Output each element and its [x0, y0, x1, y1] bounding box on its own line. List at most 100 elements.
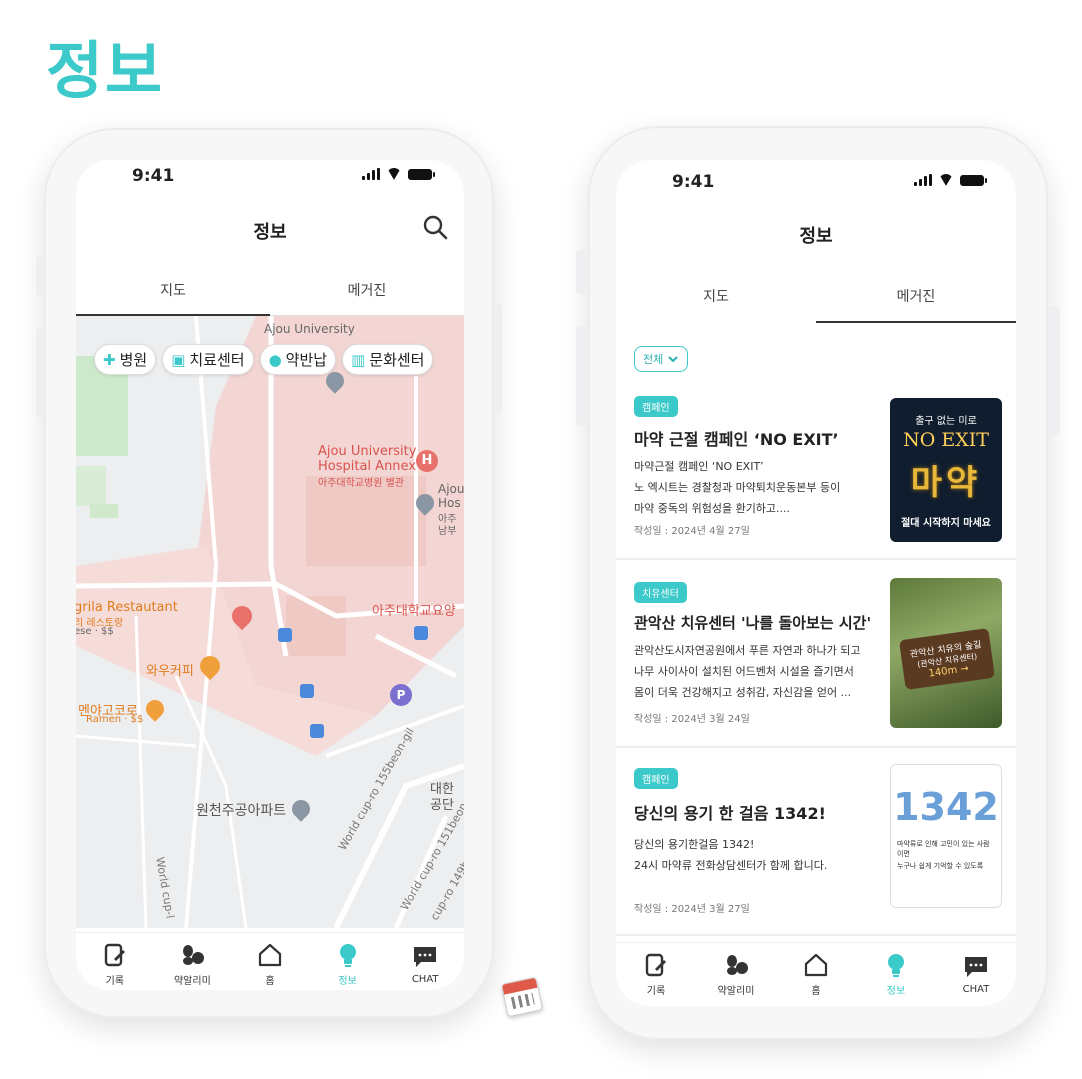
note-pencil-icon: [645, 953, 666, 977]
status-time: 9:41: [132, 166, 175, 186]
chip-medicine-return[interactable]: ● 약반납: [259, 344, 337, 375]
map-label: Ajou University: [264, 322, 355, 336]
status-bar: 9:41: [616, 160, 1016, 200]
category-badge: 캠페인: [634, 768, 678, 789]
map-label: 남부: [438, 526, 457, 537]
status-time: 9:41: [672, 172, 715, 192]
chat-bubble-icon: [965, 957, 987, 977]
home-icon: [804, 953, 828, 977]
article-date: 작성일 : 2024년 4월 27일: [634, 526, 750, 537]
status-icons: [362, 168, 435, 180]
signal-icon: [362, 168, 380, 180]
map-label: Ajou: [438, 482, 464, 496]
tab-magazine[interactable]: 메거진: [270, 268, 464, 315]
culture-building-icon: ▥: [351, 350, 366, 369]
nav-info[interactable]: 정보: [318, 942, 378, 987]
chat-bubble-icon: [414, 947, 437, 967]
map-label: 아주대학교요양: [372, 604, 456, 619]
chevron-down-icon: [668, 356, 678, 363]
left-phone: 9:41 정보 지도 메거진 ✚ 병원 ▣ 치료센터 ● 약반납 ▥ 문화센터 …: [36, 128, 502, 1018]
tab-map[interactable]: 지도: [76, 268, 270, 316]
pill-icon: ●: [268, 350, 282, 369]
chip-treatment-center[interactable]: ▣ 치료센터: [162, 344, 254, 375]
plus-cross-icon: ✚: [103, 350, 116, 369]
battery-icon: [960, 174, 987, 186]
left-screen: 9:41 정보 지도 메거진 ✚ 병원 ▣ 치료센터 ● 약반납 ▥ 문화센터 …: [76, 160, 464, 990]
map-graphic: [76, 316, 464, 928]
map-label: ese · $$: [76, 626, 114, 637]
search-icon[interactable]: [422, 214, 448, 240]
tab-bar: 지도 메거진: [616, 274, 1016, 323]
article-thumbnail: 출구 없는 미로 NO EXIT 마약 절대 시작하지 마세요: [890, 398, 1002, 542]
category-chips: ✚ 병원 ▣ 치료센터 ● 약반납 ▥ 문화센터: [94, 344, 434, 375]
right-phone: 9:41 정보 지도 메거진 전체 캠페인 마약 근절 캠페인 ‘NO EXIT…: [576, 126, 1060, 1040]
map-label: Hos: [438, 496, 461, 510]
map-label: grila Restautant: [76, 600, 178, 615]
map-label: 아주대학교병원 별관: [318, 478, 404, 489]
hospital-marker-icon[interactable]: H: [416, 450, 438, 472]
tab-map[interactable]: 지도: [616, 274, 816, 322]
signal-icon: [914, 174, 932, 186]
bus-stop-icon[interactable]: [300, 684, 314, 698]
nav-medicine-alert[interactable]: 약알리미: [162, 942, 222, 987]
map-label: 공단: [430, 798, 454, 813]
map-view[interactable]: ✚ 병원 ▣ 치료센터 ● 약반납 ▥ 문화센터 Ajou University Ajo…: [76, 316, 464, 928]
bottom-nav: 기록 약알리미 홈 정보 CHAT: [616, 942, 1016, 1006]
map-label: 원천주공아파트: [196, 803, 287, 819]
pills-icon: [727, 955, 748, 975]
nav-home[interactable]: 홈: [786, 952, 846, 997]
header-title: 정보: [799, 226, 833, 247]
article-card[interactable]: 치유센터 관악산 치유센터 '나를 돌아보는 시간' 관악산도시자연공원에서 푸…: [616, 562, 1016, 748]
tab-magazine[interactable]: 메거진: [816, 274, 1016, 323]
article-summary: 관악산도시자연공원에서 푸른 자연과 하나가 되고 나무 사이사이 설치된 어드…: [634, 644, 861, 699]
parking-icon[interactable]: P: [390, 684, 412, 706]
home-icon: [258, 943, 282, 967]
article-summary: 당신의 용기한걸음 1342! 24시 마약류 전화상담센터가 함께 합니다.: [634, 838, 828, 872]
pills-icon: [183, 945, 205, 965]
right-screen: 9:41 정보 지도 메거진 전체 캠페인 마약 근절 캠페인 ‘NO EXIT…: [616, 160, 1016, 1006]
article-title: 관악산 치유센터 '나를 돌아보는 시간': [634, 614, 872, 632]
note-pencil-icon: [104, 943, 125, 967]
wifi-icon: [938, 174, 954, 186]
bus-stop-icon[interactable]: [414, 626, 428, 640]
wifi-icon: [386, 168, 402, 180]
article-date: 작성일 : 2024년 3월 24일: [634, 714, 750, 725]
map-label: Ramen · $$: [86, 714, 144, 725]
nav-medicine-alert[interactable]: 약알리미: [706, 952, 766, 997]
page-title: 정보: [46, 34, 165, 107]
chip-culture-center[interactable]: ▥ 문화센터: [342, 344, 434, 375]
article-date: 작성일 : 2024년 3월 27일: [634, 904, 750, 915]
map-label: Ajou University: [318, 444, 417, 459]
header-title: 정보: [253, 222, 287, 243]
bus-stop-icon[interactable]: [310, 724, 324, 738]
battery-icon: [408, 168, 435, 180]
calendar-icon: [500, 976, 544, 1018]
map-label: 와우커피: [146, 664, 194, 679]
article-title: 마약 근절 캠페인 ‘NO EXIT’: [634, 430, 839, 449]
nav-record[interactable]: 기록: [626, 952, 686, 997]
tab-bar: 지도 메거진: [76, 268, 464, 316]
article-card[interactable]: 캠페인 마약 근절 캠페인 ‘NO EXIT’ 마약근절 캠페인 ‘NO EXI…: [616, 386, 1016, 560]
article-card[interactable]: 캠페인 당신의 용기 한 걸음 1342! 당신의 용기한걸음 1342! 24…: [616, 750, 1016, 936]
category-badge: 치유센터: [634, 582, 687, 603]
article-title: 당신의 용기 한 걸음 1342!: [634, 804, 826, 823]
nav-home[interactable]: 홈: [240, 942, 300, 987]
status-icons: [914, 174, 987, 186]
article-thumbnail: 관악산 치유의 숲길 (관악산 치유센터) 140m →: [890, 578, 1002, 728]
nav-chat[interactable]: CHAT: [395, 944, 455, 985]
category-badge: 캠페인: [634, 396, 678, 417]
nav-record[interactable]: 기록: [85, 942, 145, 987]
lightbulb-icon: [339, 944, 356, 967]
lightbulb-icon: [888, 954, 904, 977]
nav-info[interactable]: 정보: [866, 952, 926, 997]
article-summary: 마약근절 캠페인 ‘NO EXIT’ 노 엑시트는 경찰청과 마약퇴치운동본부 …: [634, 460, 841, 515]
bus-stop-icon[interactable]: [278, 628, 292, 642]
nav-chat[interactable]: CHAT: [946, 954, 1006, 995]
filter-dropdown[interactable]: 전체: [634, 346, 689, 372]
status-bar: 9:41: [76, 160, 464, 200]
bottom-nav: 기록 약알리미 홈 정보 CHAT: [76, 932, 464, 990]
chip-hospital[interactable]: ✚ 병원: [94, 344, 157, 375]
hospital-building-icon: ▣: [171, 350, 186, 369]
article-thumbnail: 1342 마약류로 인해 고민이 있는 사람이면 누구나 쉽게 기억할 수 있도…: [890, 764, 1002, 908]
map-label: Hospital Annex: [318, 459, 417, 474]
